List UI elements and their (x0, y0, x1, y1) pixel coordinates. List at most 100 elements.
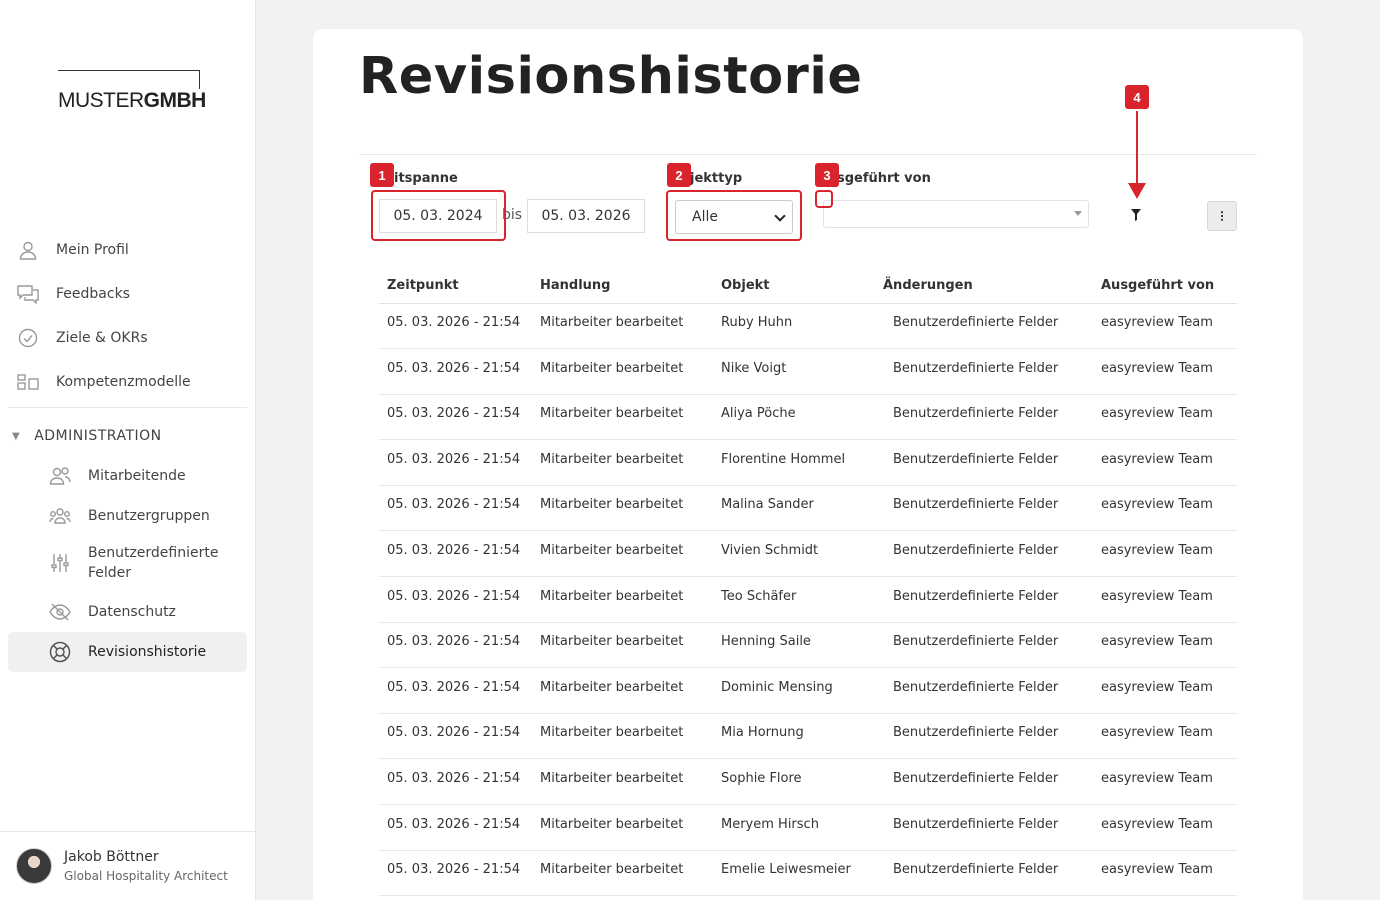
cell-zeitpunkt: 05. 03. 2026 - 21:54 (387, 634, 521, 650)
sidebar-item-ziele-okrs[interactable]: Ziele & OKRs (8, 318, 247, 358)
sidebar-item-mein-profil[interactable]: Mein Profil (8, 230, 247, 270)
cell-ausgefuehrt-von: easyreview Team (1101, 406, 1213, 422)
dropdown-triangle-icon (1074, 211, 1082, 216)
table-row[interactable]: 05. 03. 2026 - 21:54 Mitarbeiter bearbeit… (379, 485, 1237, 532)
cell-aenderungen: Benutzerdefinierte Felder (893, 451, 1059, 467)
cell-ausgefuehrt-von: easyreview Team (1101, 725, 1213, 741)
grid-icon (16, 370, 40, 394)
company-logo[interactable]: MUSTERGMBH (58, 70, 208, 113)
cell-handlung: Mitarbeiter bearbeitet (540, 679, 684, 695)
sidebar-item-datenschutz[interactable]: Datenschutz (8, 592, 247, 632)
sidebar-item-benutzerdefinierte-felder[interactable]: Benutzerdefinierte Felder (8, 543, 247, 583)
cell-aenderungen: Benutzerdefinierte Felder (893, 497, 1059, 513)
table-row[interactable]: 05. 03. 2026 - 21:54 Mitarbeiter bearbeit… (379, 440, 1237, 486)
zeitspanne-label: itspanne (394, 171, 458, 186)
chat-icon (16, 282, 40, 306)
cell-handlung: Mitarbeiter bearbeitet (540, 543, 684, 558)
cell-aenderungen: Benutzerdefinierte Felder (893, 634, 1059, 650)
logo-text-bold: GMBH (143, 89, 207, 112)
caret-down-icon: ▼ (12, 430, 21, 442)
sidebar-item-feedbacks[interactable]: Feedbacks (8, 274, 247, 314)
cell-aenderungen: Benutzerdefinierte Felder (893, 771, 1059, 786)
ausgefuehrt-von-combobox[interactable] (823, 200, 1089, 228)
annotation-badge-4: 4 (1125, 85, 1149, 109)
table-row[interactable]: 05. 03. 2026 - 21:54 Mitarbeiter bearbeit… (379, 668, 1237, 714)
sidebar-item-label: Mein Profil (56, 242, 129, 258)
cell-handlung: Mitarbeiter bearbeitet (540, 360, 684, 376)
sidebar-item-kompetenzmodelle[interactable]: Kompetenzmodelle (8, 362, 247, 402)
annotation-badge-3: 3 (815, 163, 839, 187)
sidebar-item-label: Revisionshistorie (88, 644, 207, 660)
cell-handlung: Mitarbeiter bearbeitet (540, 771, 684, 786)
table-row[interactable]: 05. 03. 2026 - 21:54 Mitarbeiter bearbeit… (379, 303, 1237, 349)
admin-section-header[interactable]: ▼ ADMINISTRATION (12, 428, 162, 444)
column-header-ausgefuehrt-von[interactable]: Ausgeführt von (1101, 278, 1214, 293)
sidebar-divider (8, 407, 247, 408)
cell-zeitpunkt: 05. 03. 2026 - 21:54 (387, 588, 521, 604)
title-divider (359, 154, 1257, 155)
cell-zeitpunkt: 05. 03. 2026 - 21:54 (387, 360, 521, 376)
table-row[interactable]: 05. 03. 2026 - 21:54 Mitarbeiter bearbeit… (379, 759, 1237, 805)
highlight-box-date (371, 190, 506, 241)
column-header-handlung[interactable]: Handlung (540, 278, 610, 293)
table-row[interactable]: 05. 03. 2026 - 21:54 Mitarbeiter bearbeit… (379, 850, 1237, 897)
more-options-button[interactable] (1207, 201, 1237, 231)
ausgefuehrt-von-label: sgeführt von (837, 171, 931, 186)
page-title: Revisionshistorie (359, 47, 863, 106)
cell-handlung: Mitarbeiter bearbeitet (540, 862, 684, 878)
cell-zeitpunkt: 05. 03. 2026 - 21:54 (387, 406, 521, 422)
column-header-aenderungen[interactable]: Änderungen (883, 278, 973, 293)
cell-ausgefuehrt-von: easyreview Team (1101, 679, 1213, 695)
filter-icon[interactable] (1131, 209, 1141, 221)
user-role: Global Hospitality Architect (64, 869, 228, 883)
cell-handlung: Mitarbeiter bearbeitet (540, 725, 684, 741)
cell-ausgefuehrt-von: easyreview Team (1101, 862, 1213, 878)
table-row[interactable]: 05. 03. 2026 - 21:54 Mitarbeiter bearbeit… (379, 349, 1237, 395)
cell-objekt: Nike Voigt (721, 360, 787, 376)
cell-handlung: Mitarbeiter bearbeitet (540, 816, 684, 832)
cell-aenderungen: Benutzerdefinierte Felder (893, 360, 1059, 376)
lifebuoy-icon (48, 640, 72, 664)
cell-aenderungen: Benutzerdefinierte Felder (893, 588, 1059, 604)
annotation-arrow-head-icon (1128, 183, 1146, 199)
table-row[interactable]: 05. 03. 2026 - 21:54 Mitarbeiter bearbeit… (379, 577, 1237, 623)
sidebar-item-benutzergruppen[interactable]: Benutzergruppen (8, 496, 247, 536)
cell-objekt: Mia Hornung (721, 725, 804, 741)
sidebar-item-label: Ziele & OKRs (56, 330, 148, 346)
cell-aenderungen: Benutzerdefinierte Felder (893, 543, 1059, 558)
table-row[interactable]: 05. 03. 2026 - 21:54 Mitarbeiter bearbeit… (379, 713, 1237, 760)
cell-handlung: Mitarbeiter bearbeitet (540, 634, 684, 650)
logo-text-thin: MUSTER (58, 89, 144, 112)
sidebar-item-label: Datenschutz (88, 604, 176, 620)
eye-off-icon (48, 600, 72, 624)
column-header-zeitpunkt[interactable]: Zeitpunkt (387, 278, 459, 293)
user-profile[interactable]: Jakob Böttner Global Hospitality Archite… (0, 831, 255, 900)
cell-zeitpunkt: 05. 03. 2026 - 21:54 (387, 543, 521, 558)
column-header-objekt[interactable]: Objekt (721, 278, 770, 293)
cell-aenderungen: Benutzerdefinierte Felder (893, 406, 1059, 422)
table-row[interactable]: 05. 03. 2026 - 21:54 Mitarbeiter bearbeit… (379, 394, 1237, 441)
annotation-arrow-line (1136, 111, 1138, 189)
vertical-dots-icon (1220, 211, 1224, 221)
cell-handlung: Mitarbeiter bearbeitet (540, 497, 684, 513)
cell-objekt: Sophie Flore (721, 771, 802, 786)
objekttyp-label: jekttyp (690, 171, 743, 186)
cell-objekt: Aliya Pöche (721, 406, 796, 422)
cell-ausgefuehrt-von: easyreview Team (1101, 771, 1213, 786)
person-icon (16, 238, 40, 262)
sidebar-item-revisionshistorie[interactable]: Revisionshistorie (8, 632, 247, 672)
sidebar-item-mitarbeitende[interactable]: Mitarbeitende (8, 456, 247, 496)
date-to-input[interactable]: 05. 03. 2026 (527, 199, 645, 233)
admin-section-label: ADMINISTRATION (34, 428, 162, 444)
cell-ausgefuehrt-von: easyreview Team (1101, 543, 1213, 558)
table-row[interactable]: 05. 03. 2026 - 21:54 Mitarbeiter bearbeit… (379, 805, 1237, 851)
cell-handlung: Mitarbeiter bearbeitet (540, 451, 684, 467)
sidebar-item-label: Benutzergruppen (88, 508, 210, 524)
table-row[interactable]: 05. 03. 2026 - 21:54 Mitarbeiter bearbeit… (379, 531, 1237, 577)
cell-ausgefuehrt-von: easyreview Team (1101, 451, 1213, 467)
cell-aenderungen: Benutzerdefinierte Felder (893, 725, 1059, 741)
cell-ausgefuehrt-von: easyreview Team (1101, 497, 1213, 513)
table-row[interactable]: 05. 03. 2026 - 21:54 Mitarbeiter bearbeit… (379, 622, 1237, 669)
sidebar-item-label: Mitarbeitende (88, 468, 186, 484)
cell-zeitpunkt: 05. 03. 2026 - 21:54 (387, 451, 521, 467)
